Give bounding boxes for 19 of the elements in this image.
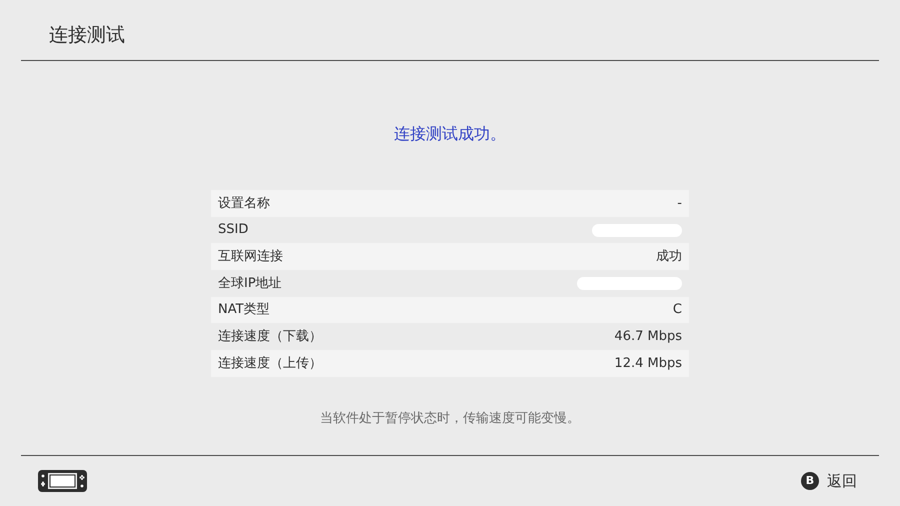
row-label: SSID xyxy=(218,221,248,240)
row-value: 12.4 Mbps xyxy=(614,354,682,373)
page-title: 连接测试 xyxy=(49,22,125,48)
row-label: 连接速度（下载） xyxy=(218,328,322,346)
row-value: 46.7 Mbps xyxy=(614,328,682,346)
row-label: 设置名称 xyxy=(218,194,270,213)
back-button[interactable]: B 返回 xyxy=(801,470,857,492)
row-label: 全球IP地址 xyxy=(218,274,282,293)
back-label: 返回 xyxy=(827,470,857,492)
row-value: - xyxy=(677,194,682,213)
row-label: 互联网连接 xyxy=(218,248,283,266)
row-label: NAT类型 xyxy=(218,301,270,320)
row-value: C xyxy=(672,301,682,320)
row-value: 成功 xyxy=(656,248,682,266)
row-label: 连接速度（上传） xyxy=(218,354,322,373)
note-text: 当软件处于暂停状态时，传输速度可能变慢。 xyxy=(320,410,580,428)
b-button-glyph: B xyxy=(801,472,819,490)
result-message: 连接测试成功。 xyxy=(394,123,506,145)
handheld-console-icon xyxy=(38,470,87,492)
